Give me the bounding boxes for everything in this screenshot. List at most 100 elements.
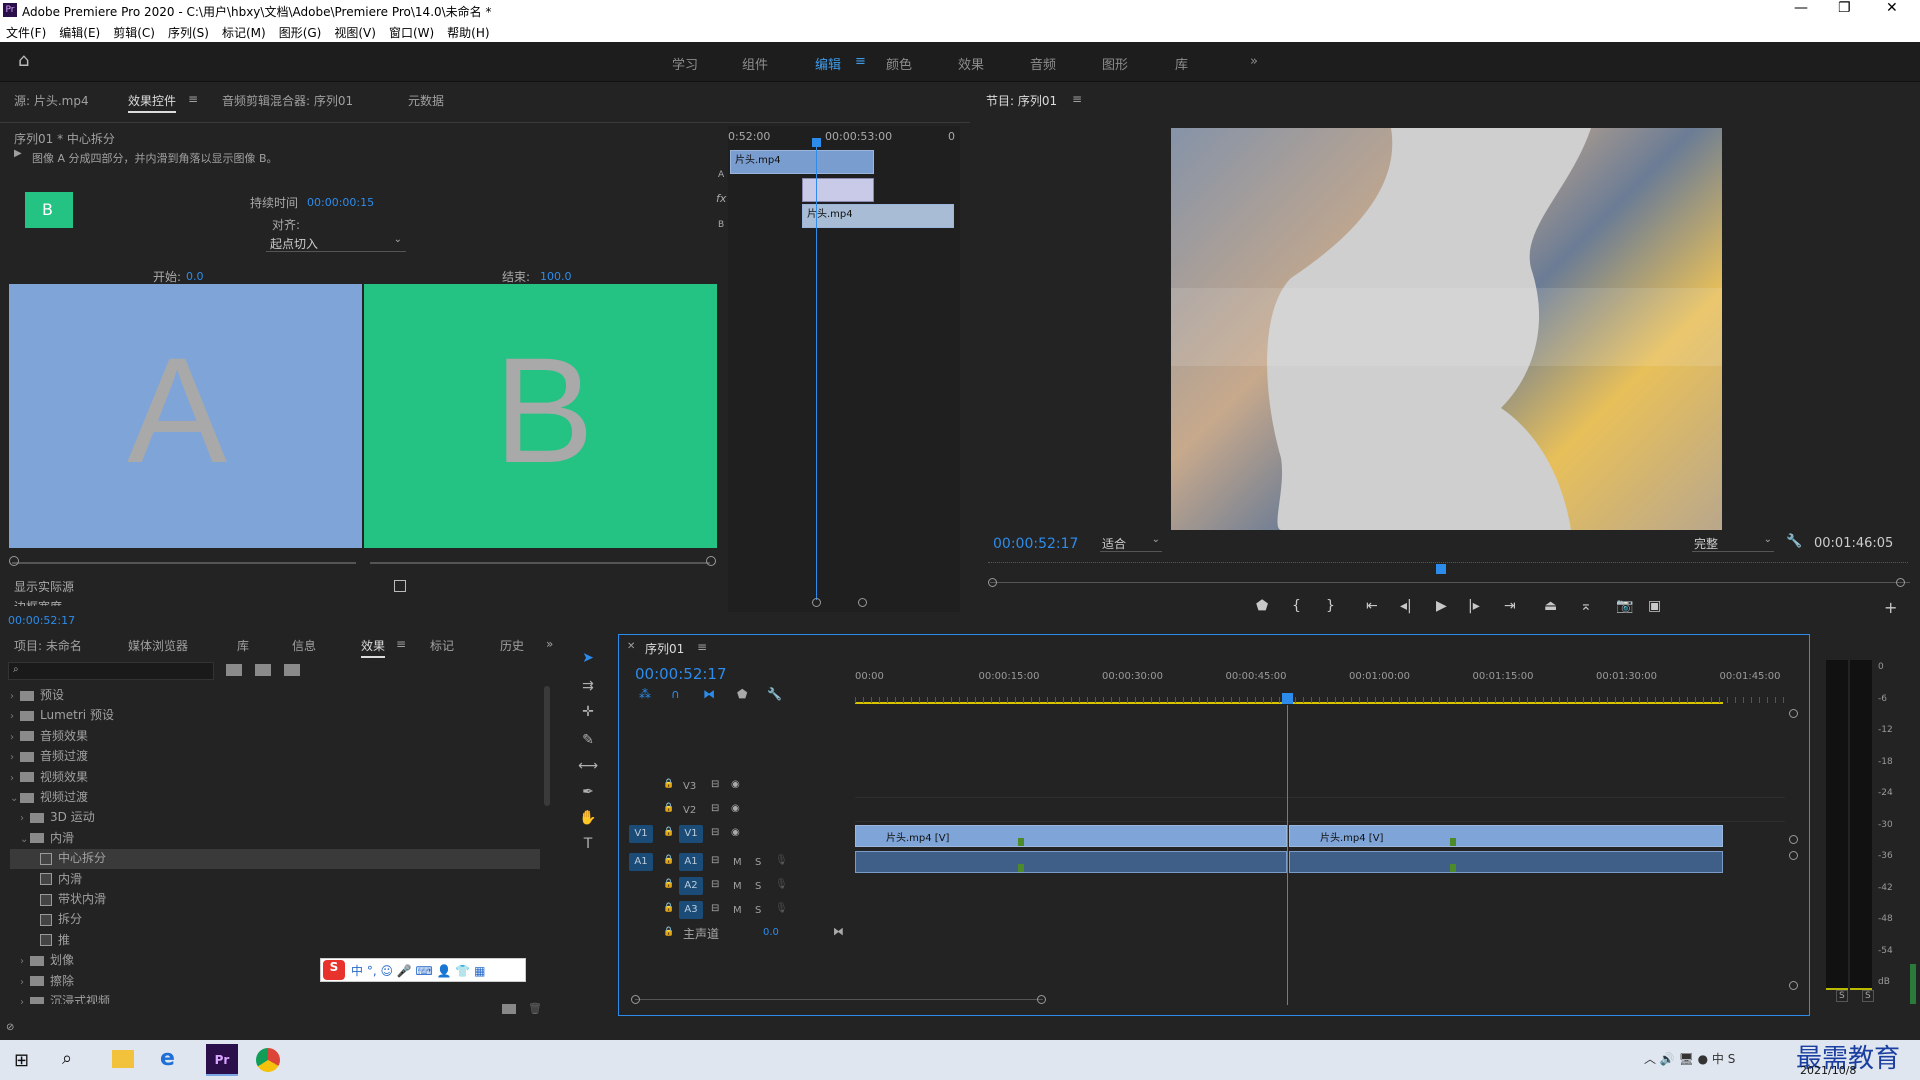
zoom-handle-right[interactable] — [1037, 995, 1046, 1004]
selection-tool-icon[interactable]: ➤ — [578, 650, 598, 670]
mini-playhead-handle[interactable] — [812, 138, 821, 147]
lock-icon[interactable]: 🔒 — [663, 903, 674, 913]
eye-icon[interactable]: ◉ — [731, 779, 740, 790]
close-sequence-icon[interactable]: ✕ — [627, 641, 635, 652]
add-button-icon[interactable]: + — [1884, 598, 1897, 617]
timeline-clip-a1-b[interactable] — [1289, 851, 1723, 873]
tab-source[interactable]: 源: 片头.mp4 — [14, 92, 89, 109]
program-zoom-bar[interactable] — [990, 582, 1910, 583]
tab-effect-controls[interactable]: 效果控件 — [128, 92, 177, 113]
program-menu-icon[interactable]: ≡ — [1072, 92, 1082, 106]
menu-item[interactable]: 窗口(W) — [389, 26, 434, 40]
menu-item[interactable]: 帮助(H) — [447, 26, 489, 40]
workspace-tab-effects[interactable]: 效果 — [958, 54, 984, 73]
master-value[interactable]: 0.0 — [763, 927, 779, 938]
mute-button[interactable]: M — [733, 905, 742, 916]
effects-search-input[interactable]: ⌕ — [8, 662, 214, 680]
mini-scroll-handle-left[interactable] — [812, 598, 821, 607]
mute-button[interactable]: M — [733, 857, 742, 868]
fit-dropdown[interactable]: 适合 ⌄ — [1100, 534, 1162, 552]
lock-icon[interactable]: 🔒 — [663, 779, 674, 789]
sync-lock-icon[interactable]: ⊟ — [711, 855, 719, 866]
workspace-tab-color[interactable]: 颜色 — [886, 54, 912, 73]
effects-tree-item[interactable]: › 3D 运动 — [20, 808, 540, 828]
tab-history[interactable]: 历史 — [500, 637, 524, 654]
more-workspaces-icon[interactable]: » — [1250, 54, 1258, 69]
mini-clip-a[interactable]: 片头.mp4 — [730, 150, 874, 174]
effects-tree-item[interactable]: 带状内滑 — [30, 890, 540, 910]
workspace-tab-libraries[interactable]: 库 — [1175, 54, 1188, 73]
workspace-menu-icon[interactable]: ≡ — [855, 54, 866, 69]
mini-clip-b[interactable]: 片头.mp4 — [802, 204, 954, 228]
tab-media-browser[interactable]: 媒体浏览器 — [128, 637, 188, 654]
tab-libraries[interactable]: 库 — [237, 637, 249, 654]
meter-scrollbar[interactable] — [1910, 964, 1916, 1004]
end-slider[interactable] — [370, 562, 710, 564]
effects-tree-item[interactable]: 拆分 — [30, 910, 540, 930]
effects-tree-item[interactable]: 中心拆分 — [10, 849, 540, 870]
sync-lock-icon[interactable]: ⊟ — [711, 827, 719, 838]
hand-tool-icon[interactable]: ✋ — [578, 810, 598, 830]
vertical-scroll-handle[interactable] — [1789, 709, 1798, 718]
source-patch-v1[interactable]: V1 — [629, 825, 653, 843]
mini-playhead[interactable] — [816, 144, 817, 600]
wrench-icon[interactable]: 🔧 — [1786, 534, 1802, 549]
edge-icon[interactable]: e — [160, 1046, 175, 1071]
eye-icon[interactable]: ◉ — [731, 803, 740, 814]
end-slider-handle[interactable] — [706, 556, 716, 566]
track-label-v3[interactable]: V3 — [683, 781, 696, 792]
accelerated-effects-icon[interactable] — [226, 664, 242, 676]
program-scrubber[interactable] — [988, 562, 1908, 576]
horizontal-zoom-bar[interactable] — [635, 999, 1043, 1000]
menu-item[interactable]: 标记(M) — [222, 26, 266, 40]
solo-button[interactable]: S — [755, 905, 761, 916]
lock-icon[interactable]: 🔒 — [663, 803, 674, 813]
timeline-playhead-handle[interactable] — [1282, 693, 1293, 704]
effects-tree-item[interactable]: › 沉浸式视频 — [20, 992, 540, 1004]
program-timecode[interactable]: 00:00:52:17 — [993, 536, 1078, 552]
add-marker-icon[interactable]: ⬟ — [737, 687, 747, 701]
end-value[interactable]: 100.0 — [540, 270, 572, 283]
nest-icon[interactable]: ⁂ — [639, 687, 651, 701]
timeline-ruler[interactable]: 00:00 00:00:15:00 00:00:30:00 00:00:45:00 00… — [855, 671, 1785, 697]
search-icon[interactable]: ⌕ — [62, 1048, 72, 1069]
effects-tree-item[interactable]: 内滑 — [30, 870, 540, 890]
timeline-clip-v1-a[interactable]: 片头.mp4 [V] — [855, 825, 1287, 847]
menu-item[interactable]: 序列(S) — [168, 26, 209, 40]
step-forward-icon[interactable]: |▸ — [1468, 598, 1480, 614]
menu-item[interactable]: 图形(G) — [279, 26, 322, 40]
snap-icon[interactable]: ∩ — [671, 687, 680, 701]
sync-lock-icon[interactable]: ⊟ — [711, 779, 719, 790]
effects-scrollbar[interactable] — [544, 686, 550, 806]
zoom-handle-left[interactable] — [988, 578, 997, 587]
menu-item[interactable]: 文件(F) — [6, 26, 46, 40]
mic-icon[interactable]: 🎙 — [775, 903, 788, 914]
lock-icon[interactable]: 🔒 — [663, 827, 674, 837]
vertical-scroll-handle[interactable] — [1789, 835, 1798, 844]
timeline-playhead[interactable] — [1287, 705, 1288, 1005]
tab-markers[interactable]: 标记 — [430, 637, 454, 654]
effects-tree-item[interactable]: 推 — [30, 931, 540, 951]
quality-dropdown[interactable]: 完整 ⌄ — [1692, 534, 1774, 552]
tab-info[interactable]: 信息 — [292, 637, 316, 654]
expand-arrow-icon[interactable]: › — [10, 711, 20, 722]
sync-lock-icon[interactable]: ⊟ — [711, 803, 719, 814]
tab-project[interactable]: 项目: 未命名 — [14, 637, 82, 654]
track-label-a2[interactable]: A2 — [679, 877, 703, 895]
meter-solo-left[interactable]: S — [1836, 990, 1848, 1002]
expand-arrow-icon[interactable]: › — [10, 752, 20, 763]
sequence-menu-icon[interactable]: ≡ — [697, 640, 707, 654]
lock-icon[interactable]: 🔒 — [663, 927, 674, 937]
track-label-v1[interactable]: V1 — [679, 825, 703, 843]
vertical-scroll-handle[interactable] — [1789, 981, 1798, 990]
ripple-edit-tool-icon[interactable]: ✛ — [578, 704, 598, 724]
zoom-handle-right[interactable] — [1896, 578, 1905, 587]
workspace-tab-graphics[interactable]: 图形 — [1102, 54, 1128, 73]
show-actual-sources-checkbox[interactable] — [394, 580, 406, 592]
go-to-master-icon[interactable]: ⧓ — [833, 925, 844, 938]
timeline-timecode[interactable]: 00:00:52:17 — [635, 665, 727, 683]
comparison-view-icon[interactable]: ▣ — [1648, 598, 1661, 614]
expand-arrow-icon[interactable]: ⌄ — [10, 793, 20, 804]
eye-icon[interactable]: ◉ — [731, 827, 740, 838]
maximize-button[interactable]: ❐ — [1838, 0, 1851, 16]
